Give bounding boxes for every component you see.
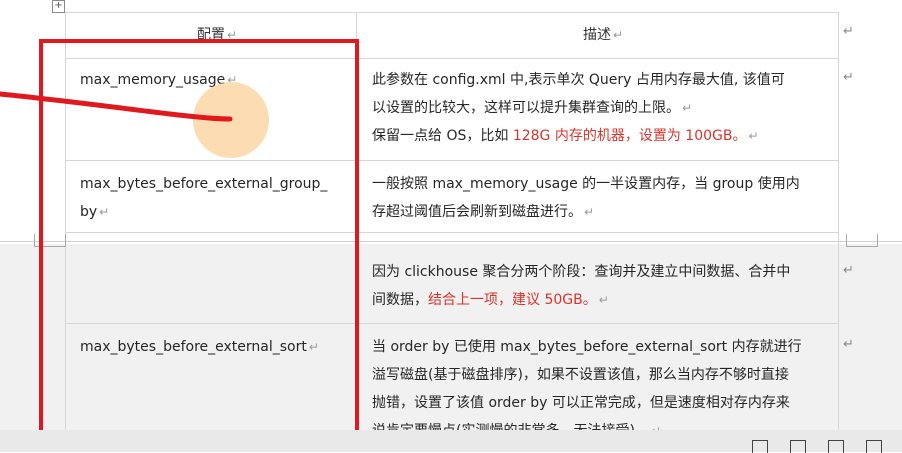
page-corner-mark-right xyxy=(846,234,878,247)
window-icon[interactable] xyxy=(790,440,806,453)
window-icon[interactable] xyxy=(828,440,844,453)
red-highlight-box xyxy=(39,39,359,441)
row-end-mark: ↵ xyxy=(843,24,854,39)
desc-max-memory-usage: 此参数在 config.xml 中,表示单次 Query 占用内存最大值, 该值… xyxy=(372,72,785,144)
desc-max-bytes-sort: 当 order by 已使用 max_bytes_before_external… xyxy=(372,339,802,439)
window-icon[interactable] xyxy=(866,440,882,453)
table-border-top xyxy=(65,12,839,13)
table-border-right xyxy=(838,12,839,430)
header-description: 描述 ↵ xyxy=(583,27,624,43)
table-move-handle[interactable]: + xyxy=(52,0,65,13)
window-icon[interactable] xyxy=(752,440,768,453)
desc-max-bytes-group-by: 一般按照 max_memory_usage 的一半设置内存，当 group 使用… xyxy=(372,176,800,220)
row-end-mark: ↵ xyxy=(843,70,854,85)
row-end-mark: ↵ xyxy=(843,263,854,278)
desc-aggregation-stages: 因为 clickhouse 聚合分两个阶段：查询并及建立中间数据、合并中 间数据… xyxy=(372,264,791,308)
row-end-mark: ↵ xyxy=(843,337,854,352)
